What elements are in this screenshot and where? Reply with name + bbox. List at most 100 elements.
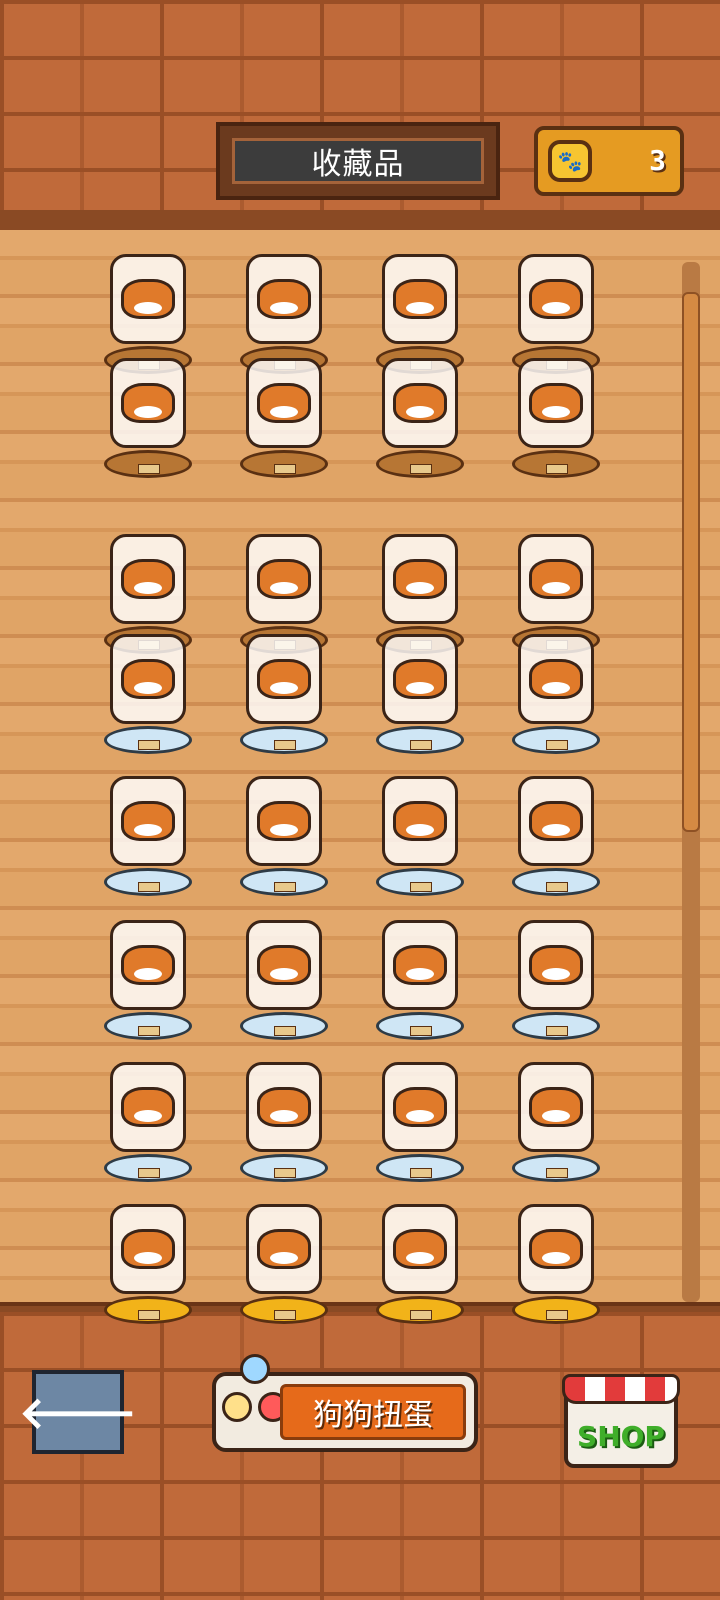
figure-acrylic: [110, 920, 186, 1010]
figure-acrylic: [110, 534, 186, 624]
shiba-dog-icon: [257, 659, 311, 699]
name-plate: [138, 740, 160, 750]
shiba-dog-icon: [257, 279, 311, 319]
figure-acrylic: [110, 358, 186, 448]
collectible-dog-dining-table[interactable]: [224, 1046, 344, 1186]
coin-count: 3: [649, 144, 666, 177]
shiba-dog-icon: [393, 383, 447, 423]
back-button[interactable]: 🡐: [19, 1370, 137, 1454]
figure-acrylic: [246, 1204, 322, 1294]
name-plate: [546, 740, 568, 750]
figure-acrylic: [382, 920, 458, 1010]
collectible-dog-computer[interactable]: [360, 760, 480, 900]
collectible-dog-speaker[interactable]: [88, 904, 208, 1044]
capsule-icon: [222, 1392, 252, 1422]
shiba-dog-icon: [257, 945, 311, 985]
shiba-dog-icon: [393, 945, 447, 985]
collectible-dog-mirror[interactable]: [496, 760, 616, 900]
shiba-dog-icon: [121, 945, 175, 985]
name-plate: [138, 1310, 160, 1320]
shiba-dog-icon: [257, 383, 311, 423]
page-title: 收藏品: [232, 138, 484, 184]
figure-acrylic: [518, 1062, 594, 1152]
figure-acrylic: [246, 920, 322, 1010]
collectible-dog-tv-stand[interactable]: [224, 904, 344, 1044]
shiba-dog-icon: [121, 1229, 175, 1269]
figure-acrylic: [246, 1062, 322, 1152]
name-plate: [274, 1026, 296, 1036]
figure-acrylic: [382, 1204, 458, 1294]
figure-acrylic: [382, 1062, 458, 1152]
name-plate: [410, 464, 432, 474]
figure-acrylic: [518, 1204, 594, 1294]
shiba-dog-icon: [257, 1087, 311, 1127]
shiba-dog-icon: [529, 1087, 583, 1127]
shiba-dog-icon: [257, 1229, 311, 1269]
figure-acrylic: [110, 1204, 186, 1294]
collectible-green-dog[interactable]: [224, 760, 344, 900]
collectible-dog-sink-table[interactable]: [360, 1188, 480, 1328]
shiba-dog-icon: [393, 659, 447, 699]
capsule-icon: [240, 1354, 270, 1384]
shiba-dog-icon: [529, 945, 583, 985]
shiba-dog-icon: [393, 559, 447, 599]
collectible-dog-dresser-bone[interactable]: [88, 760, 208, 900]
collectible-dog-mirror-egg[interactable]: [224, 1188, 344, 1328]
scrollbar-thumb[interactable]: [682, 292, 700, 832]
shiba-dog-icon: [529, 801, 583, 841]
shiba-dog-icon: [393, 801, 447, 841]
collectible-dog-floor-lamp[interactable]: [224, 342, 344, 482]
collectible-dog-red-cabinet[interactable]: [224, 618, 344, 758]
collectible-dog-round-window[interactable]: [360, 618, 480, 758]
collectible-dog-planter[interactable]: [360, 904, 480, 1044]
name-plate: [274, 464, 296, 474]
shiba-dog-icon: [529, 383, 583, 423]
figure-acrylic: [246, 534, 322, 624]
gacha-label: 狗狗扭蛋: [280, 1384, 466, 1440]
figure-acrylic: [246, 776, 322, 866]
collectible-dog-wardrobe[interactable]: [360, 342, 480, 482]
shop-button[interactable]: SHOP: [562, 1374, 680, 1468]
collectible-dog-table-plant[interactable]: [496, 342, 616, 482]
figure-acrylic: [382, 776, 458, 866]
shiba-dog-icon: [257, 559, 311, 599]
figure-acrylic: [246, 254, 322, 344]
name-plate: [138, 1026, 160, 1036]
shiba-dog-icon: [121, 383, 175, 423]
figure-acrylic: [246, 634, 322, 724]
shop-label: SHOP: [577, 1420, 665, 1453]
name-plate: [546, 882, 568, 892]
collectible-dog-scratching-post[interactable]: [360, 1046, 480, 1186]
collectible-dog-red-bed[interactable]: [496, 904, 616, 1044]
name-plate: [138, 464, 160, 474]
collectible-dog-with-bowls[interactable]: [496, 1046, 616, 1186]
figure-acrylic: [382, 254, 458, 344]
shiba-dog-icon: [393, 1087, 447, 1127]
shiba-dog-icon: [121, 1087, 175, 1127]
name-plate: [138, 1168, 160, 1178]
collectible-dog-door[interactable]: [496, 1188, 616, 1328]
figure-acrylic: [518, 776, 594, 866]
collectible-dog-bathtub[interactable]: [88, 1188, 208, 1328]
name-plate: [410, 740, 432, 750]
figure-acrylic: [382, 534, 458, 624]
dog-gacha-button[interactable]: 狗狗扭蛋: [212, 1354, 478, 1452]
paw-coin-icon: 🐾: [548, 140, 592, 182]
name-plate: [410, 882, 432, 892]
name-plate: [546, 1310, 568, 1320]
shiba-dog-icon: [257, 801, 311, 841]
shiba-dog-icon: [121, 659, 175, 699]
collectible-dog-sofa[interactable]: [496, 618, 616, 758]
title-frame: 收藏品: [216, 122, 500, 200]
collectible-dog-armchair[interactable]: [88, 618, 208, 758]
shiba-dog-icon: [529, 559, 583, 599]
shiba-dog-icon: [121, 801, 175, 841]
figure-acrylic: [382, 358, 458, 448]
name-plate: [546, 1168, 568, 1178]
figure-acrylic: [110, 634, 186, 724]
shiba-dog-icon: [121, 279, 175, 319]
name-plate: [274, 882, 296, 892]
collectible-dog-with-plant[interactable]: [88, 342, 208, 482]
collectible-dog-with-owner[interactable]: [88, 1046, 208, 1186]
name-plate: [274, 740, 296, 750]
